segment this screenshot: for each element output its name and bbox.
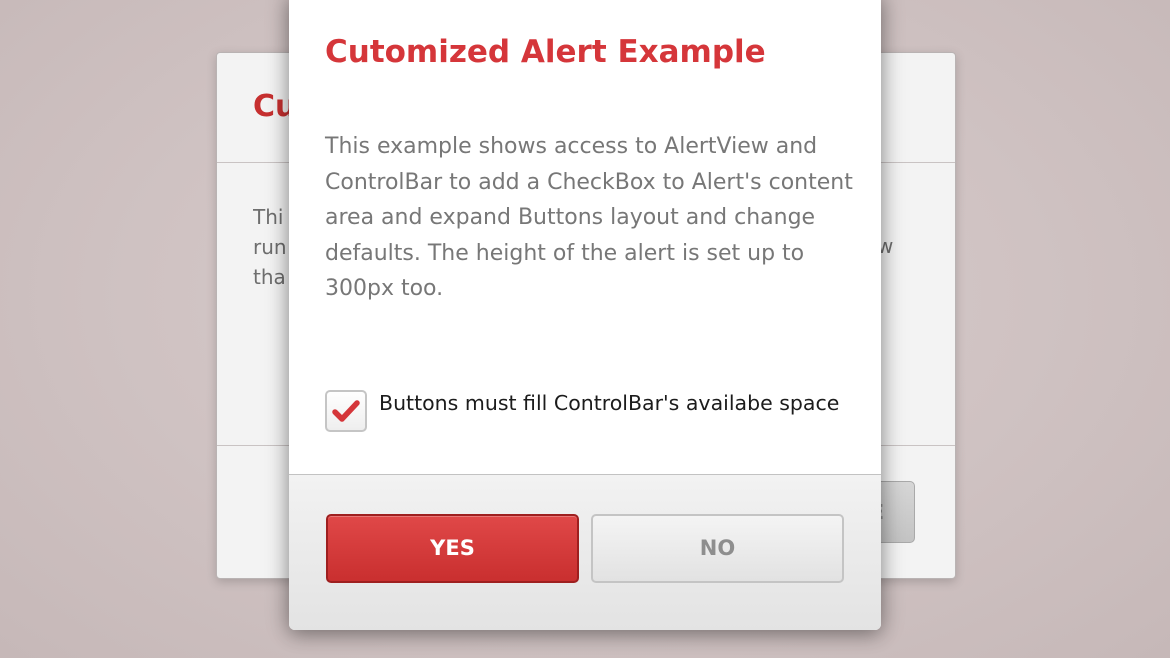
background-alert-title: Cu [253, 89, 293, 124]
alert-title: Cutomized Alert Example [325, 34, 766, 70]
background-alert-text-line: Thi [253, 205, 284, 229]
background-alert-text-line: tha [253, 265, 286, 289]
background-alert-text-line: run [253, 235, 287, 259]
alert-message: This example shows access to AlertView a… [325, 134, 853, 301]
alert-dialog: Cutomized Alert Example This example sho… [289, 0, 881, 630]
fill-space-checkbox[interactable] [325, 390, 367, 432]
checkmark-icon [332, 400, 360, 422]
fill-space-checkbox-label[interactable]: Buttons must fill ControlBar's availabe … [379, 387, 839, 419]
no-button[interactable]: NO [591, 514, 844, 583]
control-bar: YES NO [289, 474, 881, 630]
fill-space-checkbox-row[interactable]: Buttons must fill ControlBar's availabe … [325, 387, 855, 432]
yes-button[interactable]: YES [326, 514, 579, 583]
